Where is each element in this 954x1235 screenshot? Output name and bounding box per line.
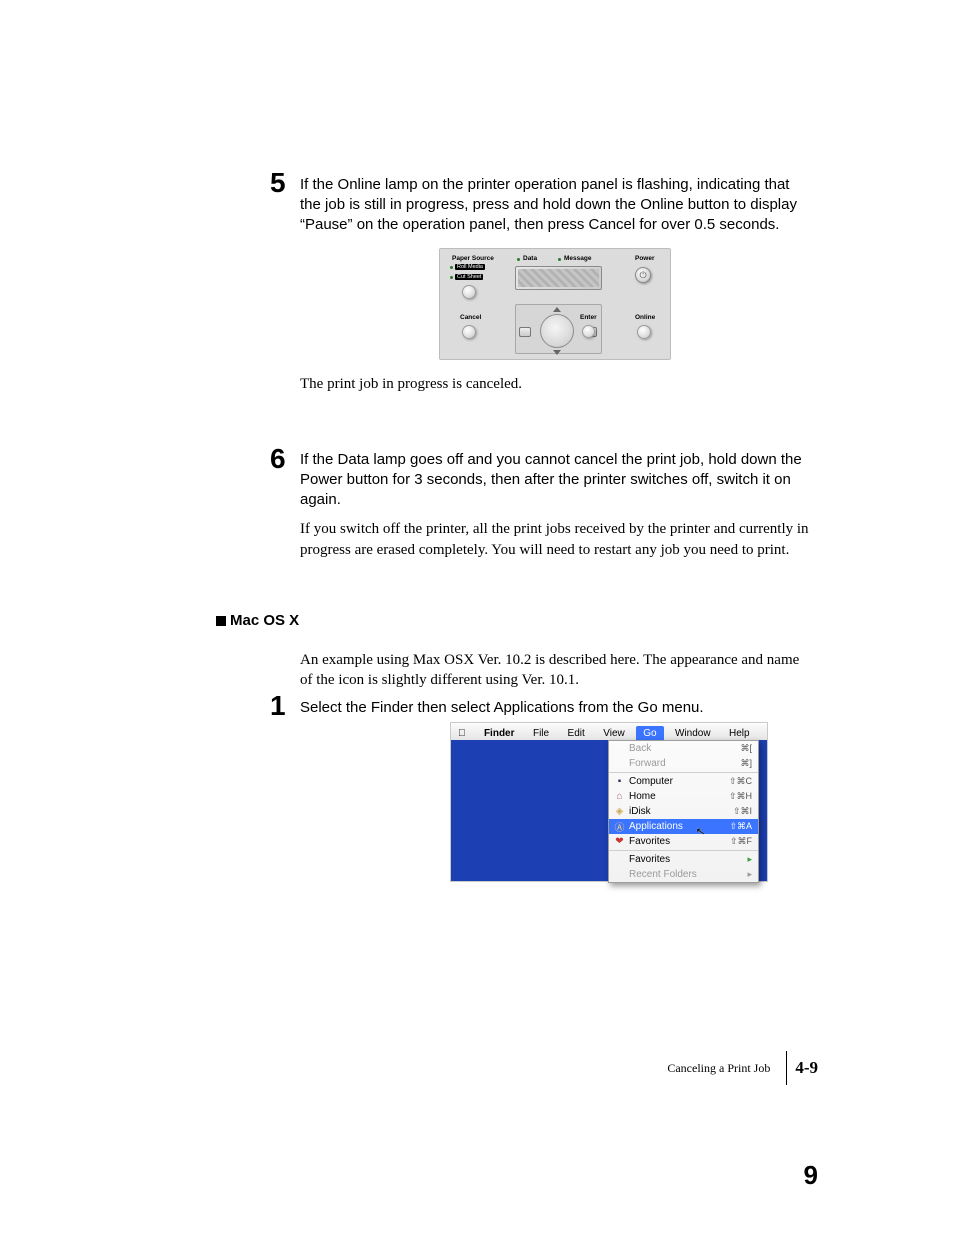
led-roll-media [450, 266, 453, 269]
step-6-result: If you switch off the printer, all the p… [300, 519, 810, 560]
menu-item-home[interactable]: ⌂Home ⇧⌘H [609, 789, 758, 804]
mac-go-menu-figure:  Finder File Edit View Go Window Help B… [450, 722, 768, 882]
step-1-text: Select the Finder then select Applicatio… [300, 698, 810, 718]
step-number-6: 6 [270, 443, 286, 475]
mac-menubar:  Finder File Edit View Go Window Help [451, 723, 767, 741]
label-data: Data [523, 255, 537, 262]
menu-item-applications[interactable]: ⒶApplications ⇧⌘A [609, 819, 758, 834]
favorites-icon: ❤ [614, 836, 625, 847]
submenu-arrow-icon-2: ▸ [747, 869, 752, 880]
step-5: If the Online lamp on the printer operat… [300, 175, 810, 395]
shortcut-back: ⌘[ [740, 743, 752, 754]
led-data [517, 258, 520, 261]
step-5-text: If the Online lamp on the printer operat… [300, 175, 810, 234]
page: 5 If the Online lamp on the printer oper… [0, 0, 954, 1235]
step-5-result: The print job in progress is canceled. [300, 374, 810, 394]
section-heading-macosx: Mac OS X [216, 612, 299, 629]
idisk-icon: ◈ [614, 806, 625, 817]
menu-item-recent-folders: Recent Folders ▸ [609, 867, 758, 882]
menu-item-back: Back ⌘[ [609, 741, 758, 756]
label-power: Power [635, 255, 655, 262]
menu-item-favorites[interactable]: ❤Favorites ⇧⌘F [609, 834, 758, 849]
printer-panel-figure: Paper Source Roll Media Cut Sheet Cancel… [439, 248, 671, 360]
cursor-icon: ↖ [695, 824, 706, 838]
label-cancel: Cancel [460, 314, 481, 321]
label-enter: Enter [580, 314, 597, 321]
label-online: Online [635, 314, 655, 321]
step-6: If the Data lamp goes off and you cannot… [300, 450, 810, 560]
label-paper-source: Paper Source [452, 255, 494, 262]
tag-roll-media: Roll Media [455, 264, 485, 270]
bullet-square-icon [216, 616, 226, 626]
shortcut-home: ⇧⌘H [729, 791, 752, 802]
footer-page-number: 4-9 [795, 1058, 818, 1078]
footer-divider [786, 1051, 787, 1085]
shortcut-forward: ⌘] [740, 758, 752, 769]
section-heading-text: Mac OS X [230, 612, 299, 629]
label-message: Message [564, 255, 591, 262]
led-cut-sheet [450, 276, 453, 279]
step-number-1: 1 [270, 690, 286, 722]
power-button[interactable]: ⏻ [635, 267, 651, 283]
submenu-arrow-icon: ▸ [747, 854, 752, 865]
led-message [558, 258, 561, 261]
home-icon: ⌂ [614, 791, 625, 802]
go-dropdown-menu: Back ⌘[ Forward ⌘] ▪Computer ⇧⌘C ⌂Home ⇧… [608, 740, 759, 883]
step-number-5: 5 [270, 167, 286, 199]
page-footer: Canceling a Print Job 4-9 [667, 1051, 818, 1085]
online-button[interactable] [637, 325, 651, 339]
cancel-button[interactable] [462, 325, 476, 339]
menu-separator-2 [609, 850, 758, 851]
menu-item-favorites-sub[interactable]: Favorites ▸ [609, 852, 758, 867]
menu-item-computer[interactable]: ▪Computer ⇧⌘C [609, 774, 758, 789]
lcd-screen [515, 266, 602, 290]
big-page-number: 9 [804, 1160, 818, 1191]
applications-icon: Ⓐ [614, 819, 625, 834]
shortcut-computer: ⇧⌘C [729, 776, 752, 787]
dpad-left[interactable] [519, 327, 531, 337]
dpad-down-icon [553, 350, 561, 355]
step-6-text: If the Data lamp goes off and you cannot… [300, 450, 810, 509]
paper-source-button[interactable] [462, 285, 476, 299]
footer-title: Canceling a Print Job [667, 1061, 778, 1076]
tag-cut-sheet: Cut Sheet [455, 274, 483, 280]
menu-item-idisk[interactable]: ◈iDisk ⇧⌘I [609, 804, 758, 819]
dpad-up-icon [553, 307, 561, 312]
computer-icon: ▪ [614, 776, 625, 787]
shortcut-favorites: ⇧⌘F [730, 836, 752, 847]
step-1: Select the Finder then select Applicatio… [300, 698, 810, 718]
menu-separator [609, 772, 758, 773]
shortcut-idisk: ⇧⌘I [733, 806, 752, 817]
menu-item-forward: Forward ⌘] [609, 756, 758, 771]
macosx-intro: An example using Max OSX Ver. 10.2 is de… [300, 650, 810, 691]
shortcut-applications: ⇧⌘A [729, 821, 752, 832]
